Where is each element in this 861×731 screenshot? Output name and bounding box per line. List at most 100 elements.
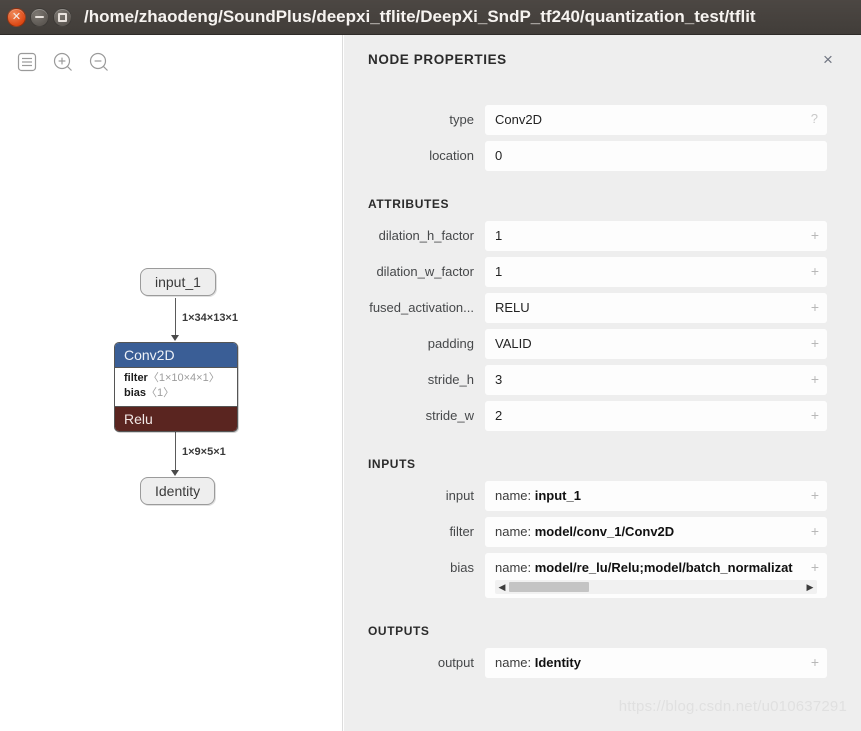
property-label-filter: filter (449, 524, 474, 539)
graph-node-conv2d-activation: Relu (115, 406, 237, 431)
section-heading-outputs: OUTPUTS (368, 624, 430, 638)
window-minimize-button[interactable] (30, 7, 49, 27)
property-value-stride_h[interactable]: 3 + (485, 365, 827, 395)
property-value-output-text: Identity (534, 655, 581, 670)
graph-edge-label-conv-to-identity: 1×9×5×1 (182, 446, 226, 458)
property-row-location: location 0 (344, 141, 861, 171)
property-value-input-prefix: name: (495, 488, 535, 503)
maximize-icon (58, 12, 67, 22)
property-row-type: type Conv2D ? (344, 105, 861, 135)
property-value-stride_h-text: 3 (495, 372, 503, 387)
property-label-stride_h: stride_h (427, 372, 474, 387)
scrollbar-track[interactable] (509, 580, 803, 594)
expand-icon[interactable]: + (811, 334, 819, 352)
expand-icon[interactable]: + (811, 370, 819, 388)
expand-icon[interactable]: + (811, 298, 819, 316)
property-value-bias-prefix: name: (495, 560, 535, 575)
expand-icon[interactable]: + (811, 522, 819, 540)
watermark: https://blog.csdn.net/u010637291 (618, 698, 847, 715)
property-value-stride_w[interactable]: 2 + (485, 401, 827, 431)
property-value-bias[interactable]: name: model/re_lu/Relu;model/batch_norma… (485, 553, 827, 598)
property-value-padding[interactable]: VALID + (485, 329, 827, 359)
property-value-output[interactable]: name: Identity + (485, 648, 827, 678)
graph-edge-label-input-to-conv: 1×34×13×1 (182, 312, 238, 324)
property-value-output-prefix: name: (495, 655, 535, 670)
property-row-bias: bias name: model/re_lu/Relu;model/batch_… (344, 553, 861, 598)
property-value-type-text: Conv2D (495, 112, 542, 127)
property-row-filter: filter name: model/conv_1/Conv2D + (344, 517, 861, 547)
graph-pane[interactable]: 1×34×13×1 1×9×5×1 input_1 Conv2D filter〈… (0, 35, 343, 731)
property-row-stride_h: stride_h 3 + (344, 365, 861, 395)
property-value-location[interactable]: 0 (485, 141, 827, 171)
window-titlebar: ✕ /home/zhaodeng/SoundPlus/deepxi_tflite… (0, 0, 861, 35)
property-value-dilation_w_factor-text: 1 (495, 264, 503, 279)
property-label-padding: padding (427, 336, 474, 351)
expand-icon[interactable]: + (811, 653, 819, 671)
expand-icon[interactable]: + (811, 406, 819, 424)
property-value-dilation_h_factor-text: 1 (495, 228, 503, 243)
property-value-dilation_h_factor[interactable]: 1 + (485, 221, 827, 251)
property-value-filter[interactable]: name: model/conv_1/Conv2D + (485, 517, 827, 547)
expand-icon[interactable]: + (811, 558, 819, 576)
property-label-bias: bias (450, 560, 474, 575)
expand-icon[interactable]: + (811, 226, 819, 244)
section-attributes: dilation_h_factor 1 + dilation_w_factor … (344, 221, 861, 431)
property-value-dilation_w_factor[interactable]: 1 + (485, 257, 827, 287)
graph-node-conv2d-type: Conv2D (115, 343, 237, 367)
property-label-dilation_h_factor: dilation_h_factor (378, 228, 474, 243)
graph-node-input_1-label: input_1 (140, 268, 216, 296)
graph-edge-input-to-conv (175, 298, 176, 339)
scrollbar-thumb[interactable] (509, 582, 589, 592)
property-value-stride_w-text: 2 (495, 408, 503, 423)
graph-edge-arrow-input-to-conv (171, 335, 179, 341)
property-label-input: input (445, 488, 474, 503)
node-properties-body: type Conv2D ? location 0 ATTRIBUTES dila… (344, 83, 861, 731)
graph-node-identity[interactable]: Identity (140, 477, 216, 505)
property-label-dilation_w_factor: dilation_w_factor (376, 264, 474, 279)
property-label-stride_w: stride_w (425, 408, 474, 423)
graph-node-conv2d-attr-bias: bias〈1〉 (124, 386, 228, 401)
property-row-padding: padding VALID + (344, 329, 861, 359)
property-value-input-text: input_1 (534, 488, 581, 503)
graph-node-conv2d-attributes: filter〈1×10×4×1〉 bias〈1〉 (115, 367, 237, 407)
property-row-stride_w: stride_w 2 + (344, 401, 861, 431)
graph-node-conv2d-attr-bias-dims: 〈1〉 (146, 386, 175, 399)
property-label-output: output (437, 655, 474, 670)
graph-node-conv2d-attr-filter-dims: 〈1×10×4×1〉 (147, 372, 220, 384)
graph-node-input_1[interactable]: input_1 (140, 268, 216, 296)
expand-icon[interactable]: + (811, 262, 819, 280)
property-value-padding-text: VALID (495, 336, 532, 351)
node-properties-title: NODE PROPERTIES (368, 51, 507, 67)
minimize-icon (35, 16, 44, 18)
graph-node-identity-label: Identity (140, 477, 216, 505)
window-controls: ✕ (0, 7, 72, 27)
section-heading-attributes: ATTRIBUTES (368, 197, 450, 211)
property-value-type[interactable]: Conv2D ? (485, 105, 827, 135)
close-icon[interactable]: × (817, 48, 839, 70)
property-value-fused_activation-text: RELU (495, 300, 530, 315)
graph-node-conv2d-attr-bias-name: bias (124, 386, 147, 399)
bias-horizontal-scrollbar[interactable]: ◀ ▶ (495, 580, 817, 594)
window-title: /home/zhaodeng/SoundPlus/deepxi_tflite/D… (84, 7, 756, 26)
window-maximize-button[interactable] (53, 7, 72, 27)
help-icon[interactable]: ? (811, 110, 818, 128)
property-value-filter-prefix: name: (495, 524, 535, 539)
graph-edge-arrow-conv-to-identity (171, 470, 179, 476)
scroll-right-arrow-icon[interactable]: ▶ (803, 580, 817, 594)
property-value-input[interactable]: name: input_1 + (485, 481, 827, 511)
graph-node-conv2d-attr-filter-name: filter (124, 372, 148, 384)
scroll-left-arrow-icon[interactable]: ◀ (495, 580, 509, 594)
property-value-fused_activation[interactable]: RELU + (485, 293, 827, 323)
property-label-location: location (429, 148, 474, 163)
section-heading-inputs: INPUTS (368, 457, 416, 471)
node-properties-header: NODE PROPERTIES × (344, 35, 861, 83)
section-outputs: output name: Identity + (344, 648, 861, 678)
property-row-input: input name: input_1 + (344, 481, 861, 511)
expand-icon[interactable]: + (811, 486, 819, 504)
graph-canvas[interactable]: 1×34×13×1 1×9×5×1 input_1 Conv2D filter〈… (0, 35, 342, 731)
property-label-fused_activation: fused_activation... (369, 300, 474, 315)
graph-node-conv2d[interactable]: Conv2D filter〈1×10×4×1〉 bias〈1〉 Relu (114, 342, 238, 432)
window-close-button[interactable]: ✕ (7, 7, 26, 27)
property-row-dilation_h_factor: dilation_h_factor 1 + (344, 221, 861, 251)
property-label-type: type (449, 112, 474, 127)
